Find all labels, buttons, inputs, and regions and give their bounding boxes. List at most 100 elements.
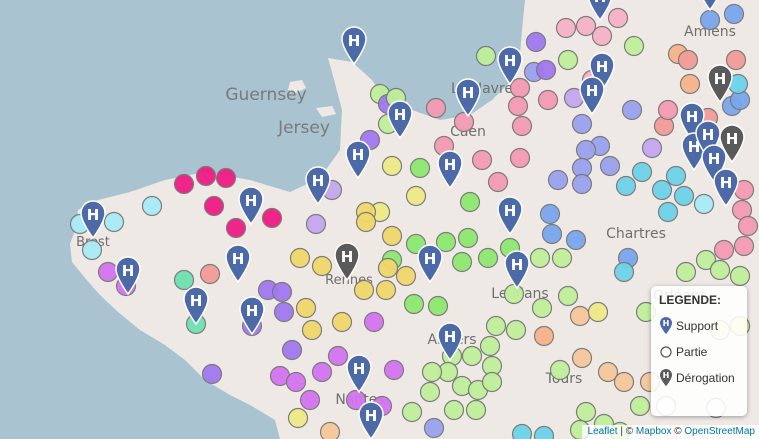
partie-circle-marker[interactable] xyxy=(287,407,309,429)
partie-circle-marker[interactable] xyxy=(551,247,573,269)
partie-circle-marker[interactable] xyxy=(569,305,591,327)
partie-circle-marker[interactable] xyxy=(479,335,501,357)
partie-circle-marker[interactable] xyxy=(555,17,577,39)
partie-circle-marker[interactable] xyxy=(405,185,427,207)
partie-circle-marker[interactable] xyxy=(511,423,533,439)
partie-circle-marker[interactable] xyxy=(503,283,525,305)
openstreetmap-link[interactable]: OpenStreetMap xyxy=(684,426,755,437)
partie-circle-marker[interactable] xyxy=(457,227,479,249)
partie-circle-marker[interactable] xyxy=(295,297,317,319)
partie-circle-marker[interactable] xyxy=(549,359,571,381)
partie-circle-marker[interactable] xyxy=(587,301,609,323)
partie-circle-marker[interactable] xyxy=(421,361,443,383)
partie-circle-marker[interactable] xyxy=(541,223,563,245)
partie-circle-marker[interactable] xyxy=(571,173,593,195)
partie-circle-marker[interactable] xyxy=(557,285,579,307)
partie-circle-marker[interactable] xyxy=(377,257,399,279)
partie-circle-marker[interactable] xyxy=(539,203,561,225)
partie-circle-marker[interactable] xyxy=(281,339,303,361)
partie-circle-marker[interactable] xyxy=(461,345,483,367)
partie-circle-marker[interactable] xyxy=(507,95,529,117)
partie-circle-marker[interactable] xyxy=(725,49,747,71)
partie-circle-marker[interactable] xyxy=(141,195,163,217)
partie-circle-marker[interactable] xyxy=(729,265,751,287)
partie-circle-marker[interactable] xyxy=(505,319,527,341)
partie-circle-marker[interactable] xyxy=(657,99,679,121)
partie-circle-marker[interactable] xyxy=(591,25,613,47)
partie-circle-marker[interactable] xyxy=(395,265,417,287)
partie-circle-marker[interactable] xyxy=(665,165,687,187)
partie-circle-marker[interactable] xyxy=(571,347,593,369)
partie-circle-marker[interactable] xyxy=(511,115,533,137)
partie-circle-marker[interactable] xyxy=(575,139,597,161)
partie-circle-marker[interactable] xyxy=(419,381,441,403)
partie-circle-marker[interactable] xyxy=(651,179,673,201)
partie-circle-marker[interactable] xyxy=(409,157,431,179)
partie-circle-marker[interactable] xyxy=(699,9,721,31)
partie-circle-marker[interactable] xyxy=(443,399,465,421)
partie-circle-marker[interactable] xyxy=(453,111,475,133)
partie-circle-marker[interactable] xyxy=(535,59,557,81)
partie-circle-marker[interactable] xyxy=(375,279,397,301)
partie-circle-marker[interactable] xyxy=(575,401,597,423)
partie-circle-marker[interactable] xyxy=(331,311,353,333)
partie-circle-marker[interactable] xyxy=(487,171,509,193)
partie-circle-marker[interactable] xyxy=(173,269,195,291)
partie-circle-marker[interactable] xyxy=(403,293,425,315)
partie-circle-marker[interactable] xyxy=(475,45,497,67)
partie-circle-marker[interactable] xyxy=(273,301,295,323)
partie-circle-marker[interactable] xyxy=(327,345,349,367)
partie-circle-marker[interactable] xyxy=(465,399,487,421)
partie-circle-marker[interactable] xyxy=(363,311,385,333)
partie-circle-marker[interactable] xyxy=(621,99,643,121)
partie-circle-marker[interactable] xyxy=(311,361,333,383)
partie-circle-marker[interactable] xyxy=(557,49,579,71)
partie-circle-marker[interactable] xyxy=(677,49,699,71)
partie-circle-marker[interactable] xyxy=(525,31,547,53)
partie-circle-marker[interactable] xyxy=(599,155,621,177)
partie-circle-marker[interactable] xyxy=(203,195,225,217)
partie-circle-marker[interactable] xyxy=(451,251,473,273)
partie-circle-marker[interactable] xyxy=(271,281,293,303)
partie-circle-marker[interactable] xyxy=(81,239,103,261)
partie-circle-marker[interactable] xyxy=(199,263,221,285)
partie-circle-marker[interactable] xyxy=(201,363,223,385)
partie-circle-marker[interactable] xyxy=(383,359,405,381)
partie-circle-marker[interactable] xyxy=(623,35,645,57)
partie-circle-marker[interactable] xyxy=(531,297,553,319)
partie-circle-marker[interactable] xyxy=(401,401,423,423)
partie-circle-marker[interactable] xyxy=(261,207,283,229)
partie-circle-marker[interactable] xyxy=(629,395,651,417)
partie-circle-marker[interactable] xyxy=(319,421,341,439)
partie-circle-marker[interactable] xyxy=(103,211,125,233)
partie-circle-marker[interactable] xyxy=(571,113,593,135)
partie-circle-marker[interactable] xyxy=(301,319,323,341)
partie-circle-marker[interactable] xyxy=(713,239,735,261)
partie-circle-marker[interactable] xyxy=(657,201,679,223)
partie-circle-marker[interactable] xyxy=(679,73,701,95)
partie-circle-marker[interactable] xyxy=(353,279,375,301)
partie-circle-marker[interactable] xyxy=(613,371,635,393)
partie-circle-marker[interactable] xyxy=(547,169,569,191)
partie-circle-marker[interactable] xyxy=(225,217,247,239)
partie-circle-marker[interactable] xyxy=(355,211,377,233)
mapbox-link[interactable]: Mapbox xyxy=(636,426,672,437)
partie-circle-marker[interactable] xyxy=(481,371,503,393)
partie-circle-marker[interactable] xyxy=(97,261,119,283)
partie-circle-marker[interactable] xyxy=(537,89,559,111)
partie-circle-marker[interactable] xyxy=(427,295,449,317)
partie-circle-marker[interactable] xyxy=(723,3,745,25)
partie-circle-marker[interactable] xyxy=(737,215,759,237)
partie-circle-marker[interactable] xyxy=(533,325,555,347)
map-container[interactable]: GuernseyJerseyLe HavreCaenBrestRennesLe … xyxy=(0,0,759,439)
partie-circle-marker[interactable] xyxy=(693,193,715,215)
partie-circle-marker[interactable] xyxy=(425,97,447,119)
partie-circle-marker[interactable] xyxy=(459,191,481,213)
partie-circle-marker[interactable] xyxy=(613,261,635,283)
partie-circle-marker[interactable] xyxy=(195,165,217,187)
partie-circle-marker[interactable] xyxy=(607,7,629,29)
partie-circle-marker[interactable] xyxy=(509,77,531,99)
partie-circle-marker[interactable] xyxy=(311,255,333,277)
partie-circle-marker[interactable] xyxy=(299,389,321,411)
partie-circle-marker[interactable] xyxy=(289,247,311,269)
